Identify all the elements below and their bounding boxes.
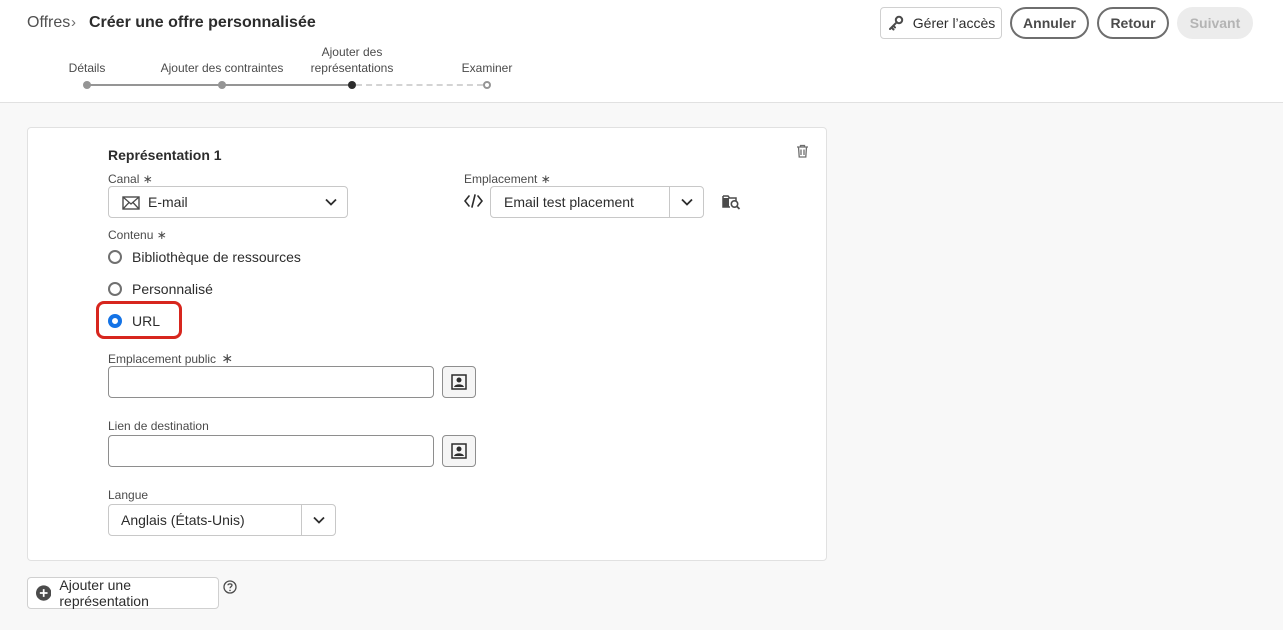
radio-custom[interactable]: Personnalisé	[108, 281, 213, 297]
chevron-down-icon	[325, 198, 337, 206]
representation-title: Représentation 1	[108, 147, 222, 163]
manage-access-button[interactable]: Gérer l’accès	[880, 7, 1002, 39]
channel-label: Canal ∗	[108, 172, 153, 186]
code-icon	[464, 194, 483, 208]
next-button: Suivant	[1177, 7, 1253, 39]
step-label-review: Examiner	[461, 61, 513, 75]
help-icon[interactable]	[223, 580, 237, 599]
breadcrumb-offers[interactable]: Offres	[27, 14, 70, 32]
step-label-constraints: Ajouter des contraintes	[160, 61, 284, 75]
radio-label: Bibliothèque de ressources	[132, 249, 301, 265]
stepper: Détails Ajouter des contraintes Ajouter …	[0, 40, 600, 100]
destination-picker-button[interactable]	[442, 435, 476, 467]
step-label-representations: Ajouter des représentations	[310, 45, 394, 75]
asset-picker-button[interactable]	[442, 366, 476, 398]
radio-button[interactable]	[108, 250, 122, 264]
representation-card: Représentation 1 Canal ∗ E-mail Emplacem…	[27, 127, 827, 561]
channel-value: E-mail	[148, 194, 188, 210]
image-profile-icon	[451, 443, 467, 459]
step-line-pending	[356, 84, 483, 86]
manage-access-label: Gérer l’accès	[912, 15, 996, 31]
breadcrumb-separator: ›	[71, 14, 76, 31]
add-representation-button[interactable]: Ajouter une représentation	[27, 577, 219, 609]
page-header: Offres › Créer une offre personnalisée G…	[0, 0, 1283, 103]
step-label-details: Détails	[68, 61, 106, 75]
language-value: Anglais (États-Unis)	[121, 512, 245, 528]
step-dot-details[interactable]	[83, 81, 91, 89]
destination-link-input[interactable]	[108, 435, 434, 467]
chevron-down-icon	[681, 198, 693, 206]
step-dot-constraints[interactable]	[218, 81, 226, 89]
destination-link-label: Lien de destination	[108, 419, 209, 433]
placement-value: Email test placement	[504, 194, 634, 210]
language-label: Langue	[108, 488, 149, 502]
radio-asset-library[interactable]: Bibliothèque de ressources	[108, 249, 301, 265]
envelope-icon	[122, 196, 140, 210]
language-picker[interactable]: Anglais (États-Unis)	[108, 504, 336, 536]
folder-search-icon[interactable]	[722, 193, 741, 215]
channel-picker[interactable]: E-mail	[108, 186, 348, 218]
public-location-input[interactable]	[108, 366, 434, 398]
cancel-button[interactable]: Annuler	[1010, 7, 1089, 39]
radio-label: Personnalisé	[132, 281, 213, 297]
content-label: Contenu ∗	[108, 228, 167, 242]
step-dot-representations	[348, 81, 356, 89]
key-icon	[888, 15, 903, 31]
image-profile-icon	[451, 374, 467, 390]
back-button[interactable]: Retour	[1097, 7, 1169, 39]
add-representation-label: Ajouter une représentation	[59, 577, 149, 609]
trash-icon[interactable]	[796, 144, 809, 163]
radio-button[interactable]	[108, 282, 122, 296]
page-title: Créer une offre personnalisée	[89, 14, 316, 31]
public-location-label: Emplacement public ∗	[108, 350, 234, 366]
step-dot-review	[483, 81, 491, 89]
add-circle-icon	[36, 585, 52, 601]
chevron-down-icon	[313, 516, 325, 524]
placement-label: Emplacement ∗	[464, 172, 551, 186]
placement-picker[interactable]: Email test placement	[490, 186, 704, 218]
url-highlight-box	[96, 301, 182, 339]
